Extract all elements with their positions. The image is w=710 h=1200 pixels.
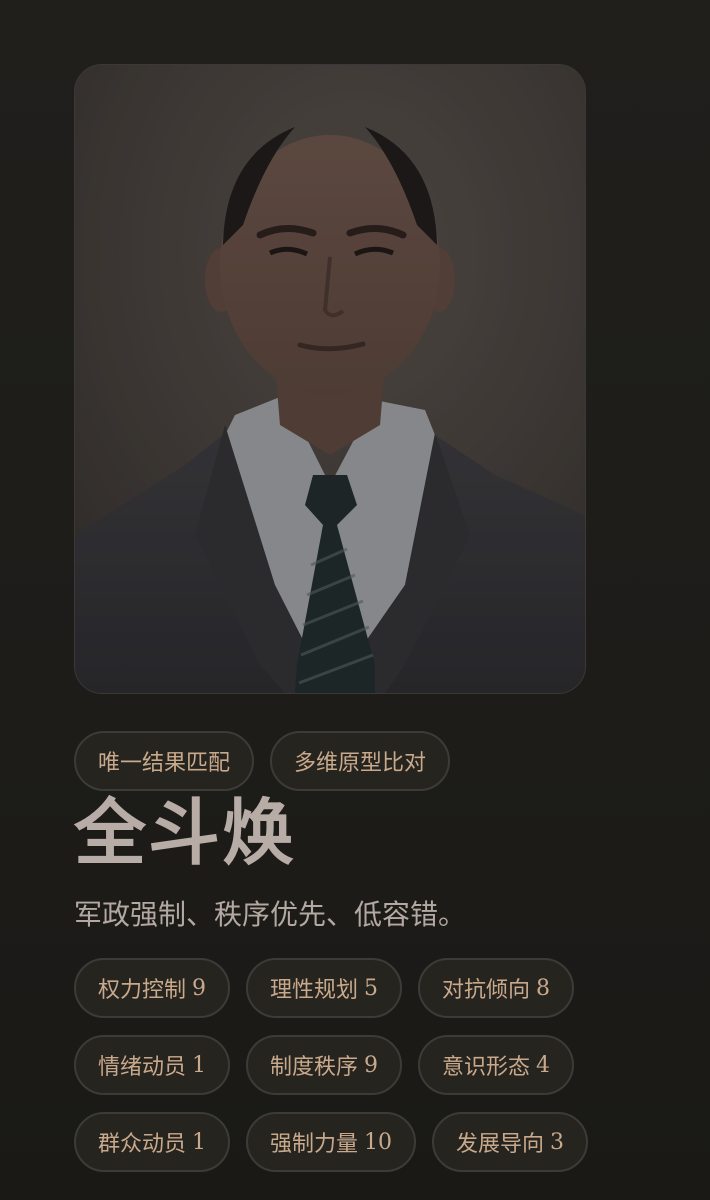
trait-list: 权力控制 9 理性规划 5 对抗倾向 8 情绪动员 1 制度秩序 9 意识形态 4 群众动员…	[74, 958, 634, 1172]
trait-score: 9	[192, 975, 207, 1001]
badge-multidim-compare: 多维原型比对	[270, 731, 451, 791]
trait-score: 1	[192, 1052, 207, 1078]
trait-label: 权力控制	[98, 978, 187, 1003]
portrait-photo	[74, 64, 586, 694]
trait-chip: 群众动员 1	[74, 1112, 231, 1172]
trait-label: 制度秩序	[270, 1055, 359, 1080]
trait-chip: 情绪动员 1	[74, 1035, 231, 1095]
trait-label: 发展导向	[456, 1132, 545, 1157]
trait-label: 强制力量	[270, 1132, 359, 1157]
trait-chip: 意识形态 4	[418, 1035, 575, 1095]
trait-score: 9	[364, 1052, 379, 1078]
portrait-overlay	[75, 65, 585, 693]
trait-label: 对抗倾向	[442, 978, 531, 1003]
trait-label: 理性规划	[270, 978, 359, 1003]
trait-chip: 强制力量 10	[246, 1112, 417, 1172]
trait-score: 8	[536, 975, 551, 1001]
badge-unique-match: 唯一结果匹配	[74, 731, 255, 791]
trait-label: 群众动员	[98, 1132, 187, 1157]
trait-chip: 发展导向 3	[432, 1112, 589, 1172]
trait-label: 意识形态	[442, 1055, 531, 1080]
trait-label: 情绪动员	[98, 1055, 187, 1080]
person-name: 全斗焕	[74, 790, 297, 875]
trait-score: 10	[364, 1129, 393, 1155]
trait-score: 3	[550, 1129, 565, 1155]
trait-chip: 对抗倾向 8	[418, 958, 575, 1018]
trait-chip: 权力控制 9	[74, 958, 231, 1018]
person-description: 军政强制、秩序优先、低容错。	[74, 898, 467, 931]
trait-chip: 理性规划 5	[246, 958, 403, 1018]
trait-score: 1	[192, 1129, 207, 1155]
result-card: 唯一结果匹配 多维原型比对 全斗焕 军政强制、秩序优先、低容错。 权力控制 9 理…	[0, 0, 710, 1200]
trait-score: 4	[536, 1052, 551, 1078]
trait-chip: 制度秩序 9	[246, 1035, 403, 1095]
match-badges: 唯一结果匹配 多维原型比对	[74, 731, 451, 791]
trait-score: 5	[364, 975, 379, 1001]
